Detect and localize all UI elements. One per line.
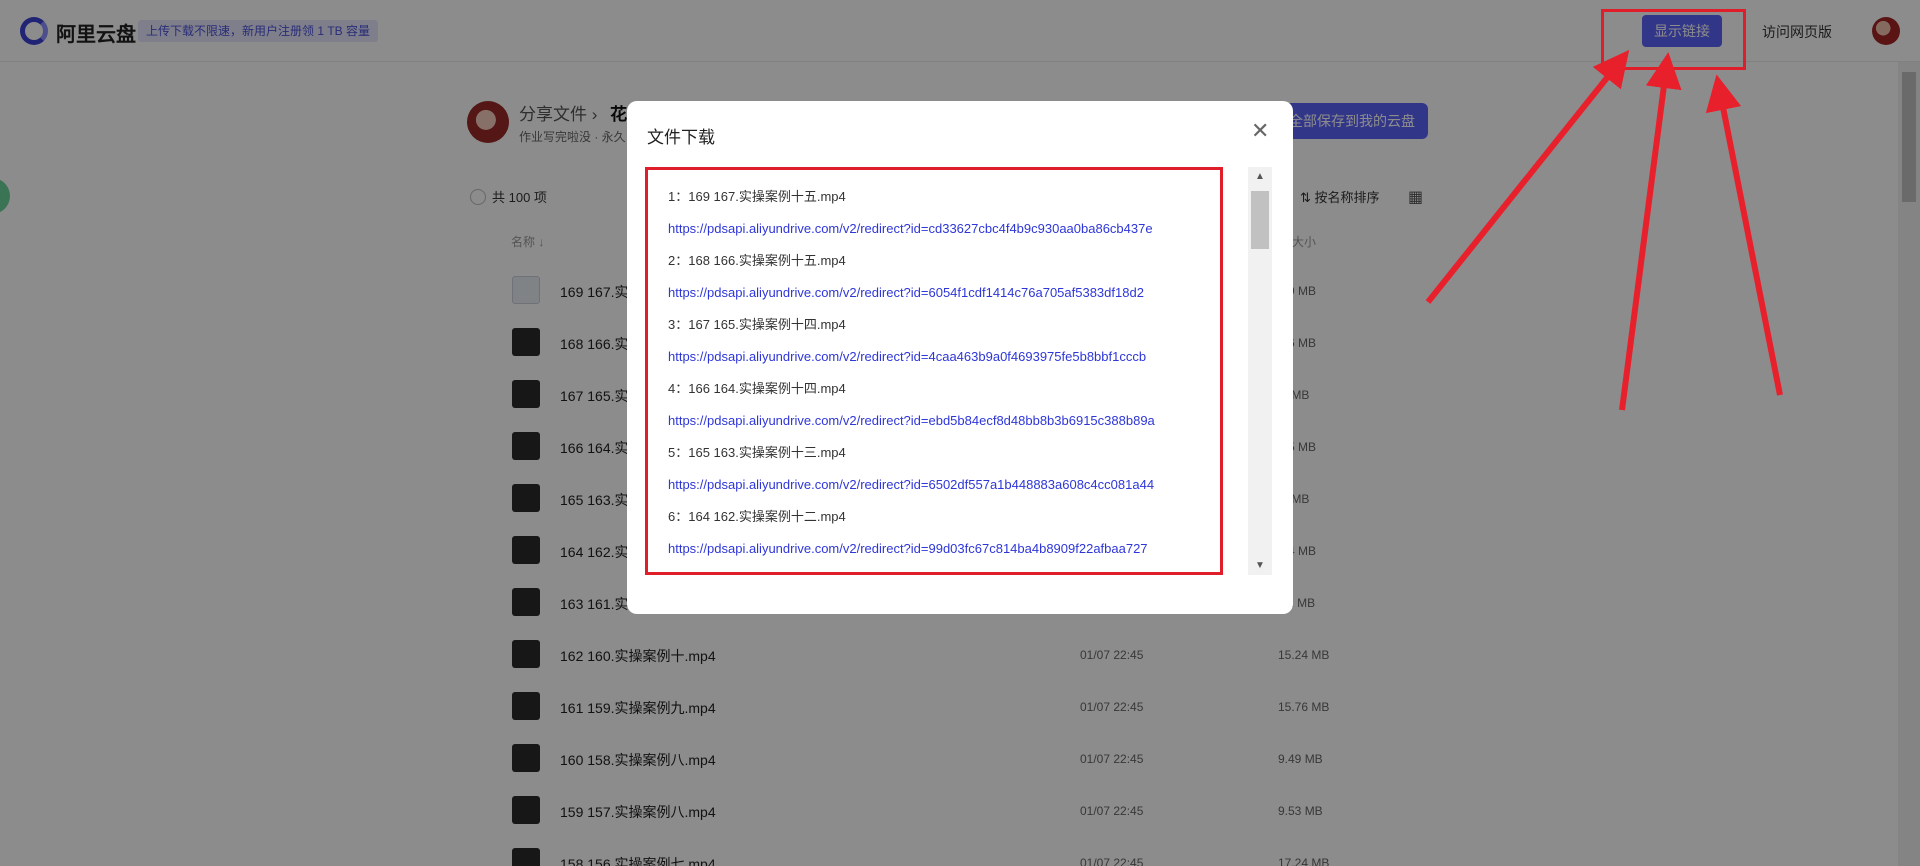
download-file-title: 3：167 165.实操案例十四.mp4 [668,317,846,332]
download-link-item: 1：169 167.实操案例十五.mp4 https://pdsapi.aliyu… [668,186,1155,250]
download-url[interactable]: https://pdsapi.aliyundrive.com/v2/redire… [668,282,1155,304]
download-link-item: 6：164 162.实操案例十二.mp4 https://pdsapi.aliyu… [668,506,1155,570]
download-url[interactable]: https://pdsapi.aliyundrive.com/v2/redire… [668,538,1155,560]
download-url[interactable]: https://pdsapi.aliyundrive.com/v2/redire… [668,346,1155,368]
download-file-title: 2：168 166.实操案例十五.mp4 [668,253,846,268]
dialog-title: 文件下载 [647,128,715,147]
download-links-box: 1：169 167.实操案例十五.mp4 https://pdsapi.aliyu… [645,167,1223,575]
download-url[interactable]: https://pdsapi.aliyundrive.com/v2/redire… [668,474,1155,496]
scroll-up-icon[interactable]: ▲ [1248,171,1272,182]
download-file-title: 5：165 163.实操案例十三.mp4 [668,445,846,460]
download-file-title: 4：166 164.实操案例十四.mp4 [668,381,846,396]
download-link-item: 3：167 165.实操案例十四.mp4 https://pdsapi.aliyu… [668,314,1155,378]
file-download-dialog: 文件下载 ✕ 1：169 167.实操案例十五.mp4 https://pdsap… [627,101,1293,614]
highlight-box [1601,9,1746,70]
download-url[interactable]: https://pdsapi.aliyundrive.com/v2/redire… [668,410,1155,432]
close-icon[interactable]: ✕ [1251,120,1269,142]
download-link-item: 5：165 163.实操案例十三.mp4 https://pdsapi.aliyu… [668,442,1155,506]
download-file-title: 6：164 162.实操案例十二.mp4 [668,509,846,524]
download-url[interactable]: https://pdsapi.aliyundrive.com/v2/redire… [668,218,1155,240]
download-link-item: 2：168 166.实操案例十五.mp4 https://pdsapi.aliyu… [668,250,1155,314]
download-file-title: 1：169 167.实操案例十五.mp4 [668,189,846,204]
dialog-scrollbar-thumb[interactable] [1251,191,1269,249]
download-link-list: 1：169 167.实操案例十五.mp4 https://pdsapi.aliyu… [668,186,1155,570]
dialog-scrollbar[interactable]: ▲ ▼ [1248,167,1272,575]
download-link-item: 4：166 164.实操案例十四.mp4 https://pdsapi.aliyu… [668,378,1155,442]
scroll-down-icon[interactable]: ▼ [1248,560,1272,571]
